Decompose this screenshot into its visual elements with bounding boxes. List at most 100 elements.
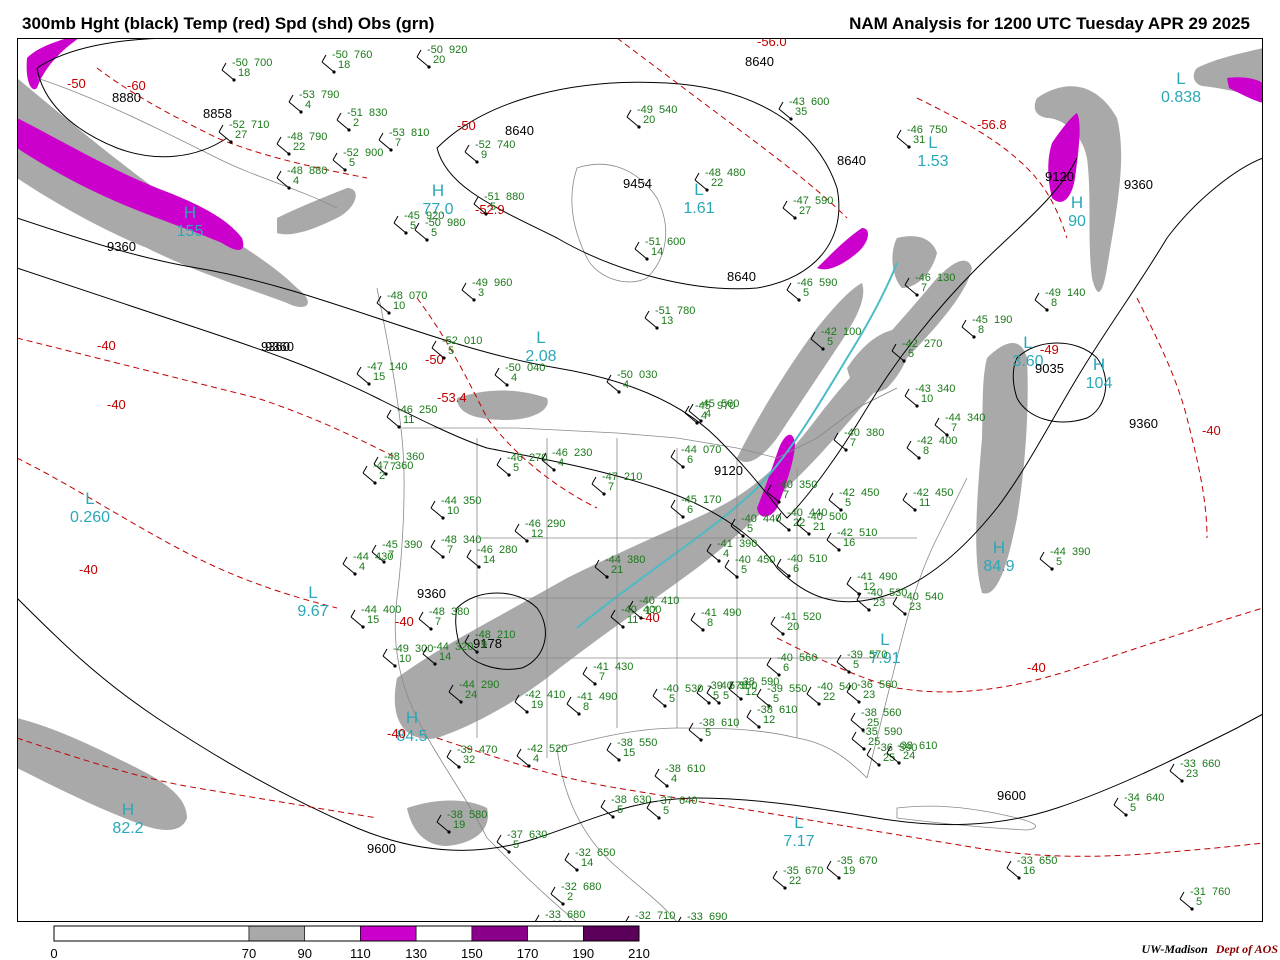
station-speed: 5 xyxy=(349,157,355,169)
station-height: 410 xyxy=(547,689,565,701)
station-speed: 5 xyxy=(1196,896,1202,908)
station-speed: 14 xyxy=(483,554,495,566)
analysis-time: NAM Analysis for 1200 UTC Tuesday APR 29… xyxy=(849,14,1250,33)
station-height: 780 xyxy=(677,305,695,317)
height-label: 9600 xyxy=(367,841,396,856)
station-speed: 24 xyxy=(903,750,915,762)
station-speed: 7 xyxy=(921,282,927,294)
hl-letter: L xyxy=(536,328,545,347)
station-height: 640 xyxy=(679,795,697,807)
station-speed: 4 xyxy=(511,372,517,384)
station-height: 680 xyxy=(583,881,601,893)
station-speed: 13 xyxy=(661,315,673,327)
station-speed: 15 xyxy=(623,747,635,759)
station-speed: 9 xyxy=(481,149,487,161)
station-speed: 2 xyxy=(353,117,359,129)
hl-value: 1.61 xyxy=(683,200,714,217)
station-height: 390 xyxy=(1072,546,1090,558)
station-height: 670 xyxy=(805,865,823,877)
hl-value: 82.2 xyxy=(112,820,143,837)
station-speed: 5 xyxy=(1056,556,1062,568)
station-speed: 5 xyxy=(490,201,496,213)
station-speed: 5 xyxy=(803,287,809,299)
temperature-label: -50 xyxy=(67,76,86,91)
station-speed: 5 xyxy=(853,659,859,671)
hl-letter: H xyxy=(432,181,444,200)
station-speed: 32 xyxy=(463,754,475,766)
station-height: 710 xyxy=(251,119,269,131)
station-height: 590 xyxy=(819,277,837,289)
legend-tick: 110 xyxy=(350,946,371,960)
station-speed: 5 xyxy=(617,804,623,816)
temperature-label: -40 xyxy=(107,397,126,412)
station-speed: 22 xyxy=(793,517,805,529)
station-speed: 7 xyxy=(951,422,957,434)
station-height: 030 xyxy=(639,369,657,381)
hl-letter: H xyxy=(184,203,196,222)
station-height: 550 xyxy=(639,737,657,749)
station-speed: 5 xyxy=(747,523,753,535)
legend-bin xyxy=(527,925,584,942)
legend-ticks: 0 70 90 110 130 150 170 190 210 xyxy=(50,946,649,960)
station-speed: 22 xyxy=(711,177,723,189)
station-speed: 27 xyxy=(799,205,811,217)
station-speed: 8 xyxy=(583,701,589,713)
station-speed: 6 xyxy=(793,563,799,575)
station-height: 540 xyxy=(839,681,857,693)
station-height: 490 xyxy=(723,607,741,619)
station-speed: 2 xyxy=(567,891,573,903)
station-height: 290 xyxy=(481,679,499,691)
legend-tick: 130 xyxy=(405,946,427,960)
hl-value: 90 xyxy=(1068,213,1086,230)
station-speed: 10 xyxy=(447,505,459,517)
station-height: 210 xyxy=(497,629,515,641)
station-height: 170 xyxy=(703,494,721,506)
station-height: 610 xyxy=(779,704,797,716)
station-height: 590 xyxy=(761,676,779,688)
hl-value: 1.53 xyxy=(917,153,948,170)
station-height: 600 xyxy=(667,236,685,248)
station-height: 680 xyxy=(567,909,585,921)
station-speed: 11 xyxy=(919,497,930,509)
legend-bin xyxy=(582,925,640,942)
height-label: 8640 xyxy=(505,123,534,138)
station-speed: 18 xyxy=(338,59,350,71)
station-speed: 23 xyxy=(1186,768,1198,780)
station-speed: 14 xyxy=(581,857,593,869)
legend-bin xyxy=(53,925,250,942)
station-speed: 14 xyxy=(439,651,451,663)
station-speed: 10 xyxy=(399,653,411,665)
station-height: 210 xyxy=(624,471,642,483)
chart-title: 300mb Hght (black) Temp (red) Spd (shd) … xyxy=(22,14,435,33)
hl-letter: L xyxy=(308,583,317,602)
station-speed: 6 xyxy=(783,662,789,674)
station-speed: 5 xyxy=(1130,802,1136,814)
hl-letter: H xyxy=(1093,355,1105,374)
station-speed: 3 xyxy=(478,287,484,299)
station-height: 380 xyxy=(627,554,645,566)
temperature-label: -40 xyxy=(395,614,414,629)
temperature-label: -60 xyxy=(127,78,146,93)
station-height: 130 xyxy=(937,272,955,284)
station-height: 450 xyxy=(861,487,879,499)
station-speed: 4 xyxy=(293,175,299,187)
station-height: 230 xyxy=(574,447,592,459)
station-height: 140 xyxy=(1067,287,1085,299)
station-speed: 5 xyxy=(448,345,454,357)
legend-bin xyxy=(248,925,306,942)
station-height: 700 xyxy=(254,57,272,69)
station-height: 880 xyxy=(309,165,327,177)
station-speed: 7 xyxy=(608,481,614,493)
station-speed: 23 xyxy=(873,597,885,609)
temperature-label: -56.0 xyxy=(757,38,787,49)
station-height: 960 xyxy=(494,277,512,289)
station-speed: 8 xyxy=(1051,297,1057,309)
hl-letter: L xyxy=(794,813,803,832)
station-speed: 24 xyxy=(465,689,477,701)
height-label: 9360 xyxy=(417,586,446,601)
station-height: 430 xyxy=(615,661,633,673)
station-height: 350 xyxy=(799,479,817,491)
station-speed: 19 xyxy=(843,865,855,877)
station-speed: 7 xyxy=(447,544,453,556)
station-speed: 4 xyxy=(671,773,677,785)
